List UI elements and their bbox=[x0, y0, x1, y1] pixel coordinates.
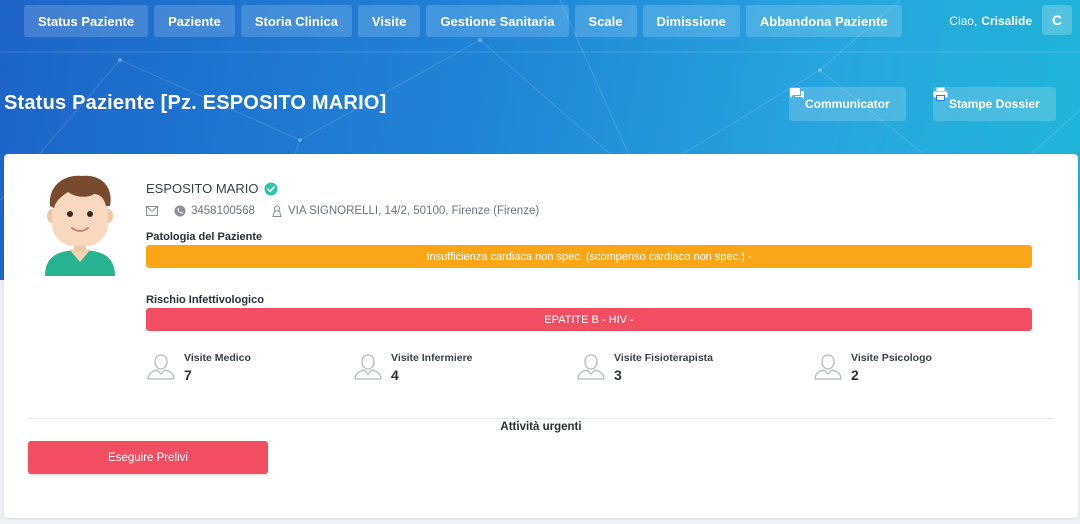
patient-name: ESPOSITO MARIO bbox=[146, 181, 278, 196]
nav-status-paziente[interactable]: Status Paziente bbox=[24, 5, 149, 37]
phone-number: 3458100568 bbox=[191, 205, 255, 217]
phone-contact[interactable]: 3458100568 bbox=[174, 205, 255, 217]
stat-label: Visite Fisioterapista bbox=[614, 352, 714, 364]
stat-visite-infermiere: Visite Infermiere 4 bbox=[353, 352, 473, 383]
section-divider bbox=[28, 418, 1054, 419]
nav-abbandona-paziente[interactable]: Abbandona Paziente bbox=[745, 5, 902, 37]
mail-icon bbox=[146, 206, 158, 216]
greeting-text: Ciao, bbox=[949, 14, 978, 28]
eseguire-prelivi-button[interactable]: Eseguire Prelivi bbox=[28, 441, 268, 474]
patient-name-text: ESPOSITO MARIO bbox=[146, 181, 259, 196]
stat-value: 7 bbox=[184, 367, 192, 383]
stampe-dossier-label: Stampe Dossier bbox=[949, 97, 1040, 111]
nav-storia-clinica[interactable]: Storia Clinica bbox=[240, 5, 352, 37]
address-contact: VIA SIGNORELLI, 14/2, 50100, Firenze (Fi… bbox=[271, 205, 539, 217]
nav-paziente[interactable]: Paziente bbox=[154, 5, 235, 37]
visit-stats: Visite Medico 7 Visite Infermiere 4 Visi… bbox=[146, 352, 1032, 388]
user-name: Crisalide bbox=[981, 14, 1032, 28]
pathology-bar: Insufficienza cardiaca non spec. (scompe… bbox=[146, 245, 1032, 268]
stat-label: Visite Infermiere bbox=[391, 352, 473, 364]
stat-visite-psicologo: Visite Psicologo 2 bbox=[813, 352, 932, 383]
user-avatar-button[interactable]: C bbox=[1042, 5, 1072, 35]
printer-icon bbox=[933, 87, 948, 101]
stat-value: 4 bbox=[391, 367, 399, 383]
top-navigation: Status Paziente Paziente Storia Clinica … bbox=[24, 5, 902, 37]
stat-visite-fisioterapista: Visite Fisioterapista 3 bbox=[576, 352, 713, 383]
user-outline-icon bbox=[354, 354, 382, 380]
patient-contacts: 3458100568 VIA SIGNORELLI, 14/2, 50100, … bbox=[146, 203, 555, 219]
stat-value: 3 bbox=[614, 367, 622, 383]
address-text: VIA SIGNORELLI, 14/2, 50100, Firenze (Fi… bbox=[287, 205, 540, 217]
stat-visite-medico: Visite Medico 7 bbox=[146, 352, 251, 383]
email-contact[interactable] bbox=[146, 206, 158, 216]
stat-label: Visite Medico bbox=[184, 352, 251, 364]
nav-scale[interactable]: Scale bbox=[574, 5, 637, 37]
stampe-dossier-button[interactable]: Stampe Dossier bbox=[933, 87, 1056, 121]
stat-value: 2 bbox=[851, 367, 859, 383]
communicator-button[interactable]: Communicator bbox=[789, 87, 906, 121]
phone-icon bbox=[174, 205, 186, 217]
user-greeting: Ciao, Crisalide bbox=[949, 5, 1032, 37]
stat-label: Visite Psicologo bbox=[851, 352, 932, 364]
verified-icon bbox=[264, 182, 278, 195]
user-outline-icon bbox=[577, 354, 605, 380]
patient-avatar bbox=[45, 175, 115, 276]
nav-dimissione[interactable]: Dimissione bbox=[642, 5, 740, 37]
page-title: Status Paziente [Pz. ESPOSITO MARIO] bbox=[4, 92, 387, 114]
patient-card: ESPOSITO MARIO 3458100568 VIA SIGNORELLI… bbox=[4, 154, 1078, 518]
user-outline-icon bbox=[147, 354, 175, 380]
user-outline-icon bbox=[814, 354, 842, 380]
location-icon bbox=[272, 205, 282, 217]
communicator-label: Communicator bbox=[805, 97, 890, 111]
risk-label: Rischio Infettivologico bbox=[146, 294, 264, 306]
urgent-activities-title: Attività urgenti bbox=[500, 421, 582, 433]
nav-visite[interactable]: Visite bbox=[357, 5, 421, 37]
risk-bar: EPATITE B - HIV - bbox=[146, 308, 1032, 331]
pathology-label: Patologia del Paziente bbox=[146, 231, 263, 243]
nav-gestione-sanitaria[interactable]: Gestione Sanitaria bbox=[426, 5, 569, 37]
chat-icon bbox=[790, 88, 804, 99]
